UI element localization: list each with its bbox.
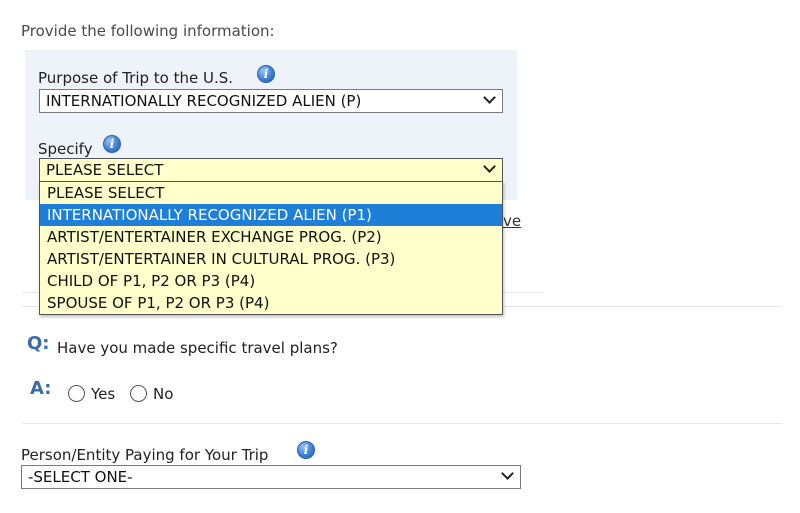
dropdown-option[interactable]: ARTIST/ENTERTAINER IN CULTURAL PROG. (P3… xyxy=(40,248,502,270)
divider xyxy=(22,423,782,424)
payer-select-value: -SELECT ONE- xyxy=(28,468,133,486)
dropdown-option[interactable]: INTERNATIONALLY RECOGNIZED ALIEN (P1) xyxy=(40,204,502,226)
chevron-down-icon xyxy=(483,91,496,104)
dropdown-option[interactable]: CHILD OF P1, P2 OR P3 (P4) xyxy=(40,270,502,292)
purpose-select[interactable]: INTERNATIONALLY RECOGNIZED ALIEN (P) xyxy=(39,89,503,113)
specify-select-value: PLEASE SELECT xyxy=(46,161,164,179)
radio-no-label[interactable]: No xyxy=(153,385,173,403)
intro-text: Provide the following information: xyxy=(21,22,275,40)
radio-no[interactable] xyxy=(130,385,147,402)
payer-select[interactable]: -SELECT ONE- xyxy=(21,465,521,489)
question-text: Have you made specific travel plans? xyxy=(57,339,338,357)
hidden-link-fragment[interactable]: ve xyxy=(503,212,521,230)
radio-yes-label[interactable]: Yes xyxy=(91,385,115,403)
info-icon[interactable]: i xyxy=(297,441,315,459)
question-marker: Q: xyxy=(27,333,50,354)
chevron-down-icon xyxy=(501,467,514,480)
specify-label: Specify xyxy=(38,140,93,158)
purpose-label: Purpose of Trip to the U.S. xyxy=(38,69,234,87)
chevron-down-icon xyxy=(483,160,496,173)
radio-yes[interactable] xyxy=(68,385,85,402)
info-icon[interactable]: i xyxy=(103,135,121,153)
dropdown-option[interactable]: ARTIST/ENTERTAINER EXCHANGE PROG. (P2) xyxy=(40,226,502,248)
payer-label: Person/Entity Paying for Your Trip xyxy=(21,446,269,464)
specify-dropdown-list[interactable]: PLEASE SELECT INTERNATIONALLY RECOGNIZED… xyxy=(39,181,503,315)
specify-select[interactable]: PLEASE SELECT xyxy=(39,158,503,182)
dropdown-option[interactable]: PLEASE SELECT xyxy=(40,182,502,204)
dropdown-option[interactable]: SPOUSE OF P1, P2 OR P3 (P4) xyxy=(40,292,502,314)
purpose-select-value: INTERNATIONALLY RECOGNIZED ALIEN (P) xyxy=(46,92,362,110)
info-icon[interactable]: i xyxy=(257,65,275,83)
answer-marker: A: xyxy=(30,378,52,399)
